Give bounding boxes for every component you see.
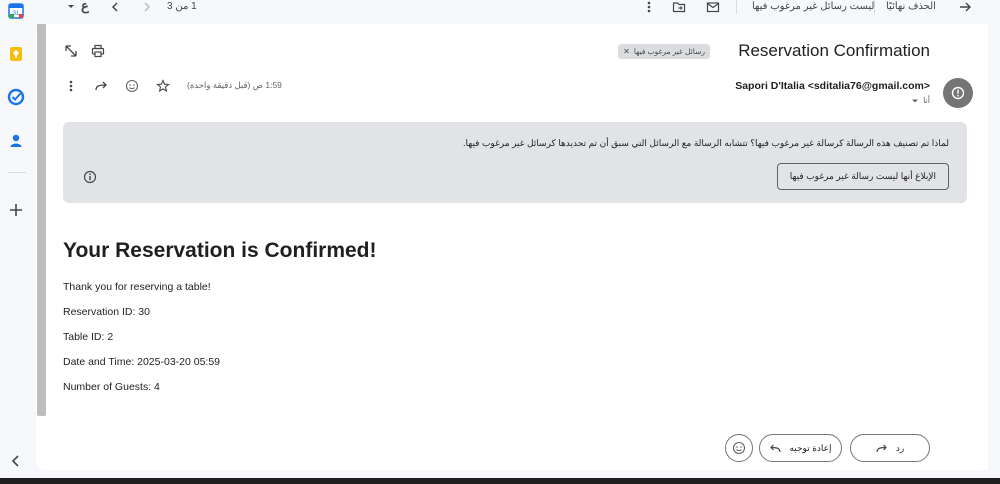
move-to-folder-icon[interactable]	[672, 0, 686, 14]
sender-name[interactable]: Sapori D'Italia <sditalia76@gmail.com>	[735, 80, 930, 92]
confirmation-heading: Your Reservation is Confirmed!	[63, 239, 377, 262]
star-icon[interactable]	[156, 79, 170, 93]
spam-warning-banner: لماذا تم تصنيف هذه الرسالة كرسالة غير مر…	[63, 122, 967, 203]
info-icon[interactable]	[83, 170, 97, 184]
body-line-thanks: Thank you for reserving a table!	[63, 281, 211, 293]
tasks-icon[interactable]	[7, 88, 25, 106]
email-timestamp: 1:59 ص (قبل دقيقة واحدة)	[187, 80, 282, 90]
right-gutter	[988, 24, 1000, 470]
body-line-table-id: Table ID: 2	[63, 331, 114, 343]
open-in-new-window-icon[interactable]	[64, 44, 78, 58]
svg-text:31: 31	[13, 11, 20, 17]
details-caret-icon	[912, 99, 919, 102]
print-icon[interactable]	[91, 44, 105, 58]
spam-label-chip[interactable]: رسائل غير مرغوب فيها ✕	[618, 44, 710, 59]
side-panel-rail: 31	[0, 0, 34, 484]
dropdown-caret-icon[interactable]	[64, 0, 78, 14]
toolbar-divider	[874, 0, 875, 14]
keep-icon[interactable]	[7, 45, 25, 63]
spam-warning-text: لماذا تم تصنيف هذه الرسالة كرسالة غير مر…	[463, 138, 949, 148]
taskbar-edge	[0, 478, 1000, 484]
scrollbar-thumb[interactable]	[37, 24, 46, 416]
forward-button[interactable]: إعادة توجيه	[759, 434, 842, 462]
body-line-guests: Number of Guests: 4	[63, 381, 160, 393]
collapse-icon[interactable]	[7, 452, 25, 470]
warning-icon	[951, 86, 965, 100]
sender-avatar[interactable]	[943, 78, 973, 108]
forward-icon[interactable]	[94, 79, 108, 93]
mark-unread-icon[interactable]	[706, 0, 720, 14]
calendar-icon[interactable]: 31	[7, 2, 25, 20]
emoji-react-icon[interactable]	[125, 79, 139, 93]
add-icon[interactable]	[7, 201, 25, 219]
body-line-date-time: Date and Time: 2025-03-20 05:59	[63, 356, 221, 368]
toolbar-divider	[736, 0, 737, 14]
rail-divider	[8, 172, 26, 173]
forward-label: إعادة توجيه	[789, 442, 832, 453]
newer-chevron-icon[interactable]	[108, 0, 122, 14]
delete-forever-button[interactable]: الحذف نهائيًا	[886, 0, 936, 14]
spam-label-text: رسائل غير مرغوب فيها	[633, 47, 705, 56]
more-options-icon[interactable]	[64, 79, 78, 93]
forward-arrow-icon	[770, 444, 782, 453]
reply-button[interactable]: رد	[850, 434, 930, 462]
older-chevron-icon[interactable]	[140, 0, 154, 14]
body-line-reservation-id: Reservation ID: 30	[63, 306, 150, 318]
reply-label: رد	[895, 442, 905, 453]
email-subject: Reservation Confirmation	[738, 41, 930, 60]
report-not-spam-button[interactable]: الإبلاغ أنها ليست رسالة غير مرغوب فيها	[776, 163, 949, 190]
remove-label-icon[interactable]: ✕	[623, 47, 630, 56]
recipient-text: أنا	[923, 96, 930, 105]
toolbar: ع 1 من 3 ليست رسائل غير مرغوب فيها الحذف…	[36, 0, 1000, 18]
contacts-icon[interactable]	[7, 132, 25, 150]
emoji-icon	[732, 441, 746, 455]
recipient-details[interactable]: أنا	[911, 96, 930, 105]
reply-arrow-icon	[876, 444, 887, 453]
translate-icon[interactable]: ع	[81, 0, 89, 13]
more-vert-icon[interactable]	[642, 0, 656, 14]
pagination-text: 1 من 3	[167, 1, 197, 12]
not-spam-toolbar-button[interactable]: ليست رسائل غير مرغوب فيها	[752, 0, 874, 14]
back-arrow-icon[interactable]	[958, 0, 972, 14]
emoji-reaction-button[interactable]	[725, 434, 753, 462]
